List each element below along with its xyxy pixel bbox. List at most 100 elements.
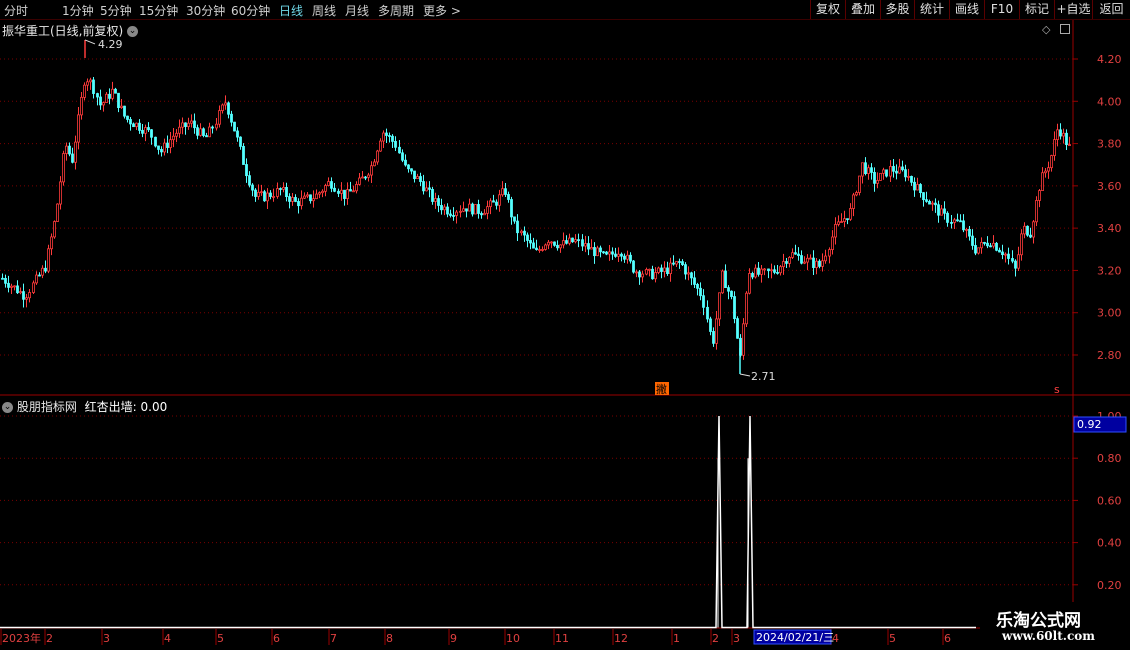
candle-body — [144, 127, 147, 134]
candle-body — [879, 172, 882, 181]
candle-body — [885, 169, 888, 177]
candle-body — [147, 127, 150, 131]
candle-body — [751, 273, 754, 278]
candle-body — [364, 176, 367, 179]
candle-body — [71, 153, 74, 163]
low-price-label: 2.71 — [751, 370, 776, 383]
candle-body — [306, 194, 309, 197]
candle-body — [300, 197, 303, 207]
candle-body — [59, 181, 62, 205]
candle-body — [660, 267, 663, 272]
chart-area[interactable]: 4.20 4.00 3.80 3.60 3.40 3.20 3.00 2.80 4.29 2.71… — [0, 0, 1130, 650]
candle-body — [19, 291, 22, 294]
candle-body — [767, 268, 770, 272]
candle-body — [47, 248, 50, 272]
indicator-y-label: 0.60 — [1097, 494, 1122, 507]
x-axis-label: 6 — [273, 632, 280, 645]
candle-body — [956, 219, 959, 222]
candle-body — [282, 187, 285, 190]
candle-body — [1004, 253, 1007, 256]
candle-body — [635, 271, 638, 274]
candle-body — [157, 145, 160, 150]
candle-body — [526, 234, 529, 241]
candle-body — [1032, 221, 1035, 238]
candle-body — [803, 261, 806, 264]
candle-body — [693, 277, 696, 285]
candle-body — [544, 244, 547, 250]
candle-body — [870, 167, 873, 173]
candle-body — [523, 230, 526, 236]
candle-body — [391, 135, 394, 142]
candle-body — [352, 190, 355, 193]
candle-body — [324, 185, 327, 192]
candle-body — [998, 249, 1001, 253]
candle-body — [913, 181, 916, 191]
candle-body — [718, 292, 721, 320]
candle-body — [266, 192, 269, 202]
candle-body — [834, 224, 837, 238]
candle-body — [102, 102, 105, 106]
candle-body — [992, 242, 995, 247]
candle-body — [904, 169, 907, 178]
candle-body — [782, 261, 785, 268]
candle-body — [346, 189, 349, 199]
candle-body — [901, 166, 904, 171]
candle-body — [861, 162, 864, 177]
candle-body — [513, 216, 516, 222]
candle-body — [303, 195, 306, 199]
candle-body — [169, 139, 172, 148]
candle-body — [1068, 144, 1071, 146]
candle-body — [684, 264, 687, 275]
candle-body — [1029, 234, 1032, 238]
candle-body — [651, 268, 654, 280]
candle-body — [245, 164, 248, 177]
candle-body — [794, 252, 797, 255]
candle-body — [535, 247, 538, 251]
candle-body — [730, 290, 733, 297]
candle-body — [251, 184, 254, 191]
candle-body — [452, 215, 455, 217]
candle-body — [648, 268, 651, 271]
candle-body — [205, 135, 208, 138]
candle-body — [154, 136, 157, 147]
candle-body — [733, 296, 736, 320]
candle-body — [38, 274, 41, 277]
candle-body — [806, 257, 809, 263]
candle-body — [221, 104, 224, 112]
candle-body — [83, 84, 86, 98]
x-axis-label: 2023年 — [2, 631, 41, 645]
candle-body — [989, 245, 992, 248]
candle-body — [1038, 190, 1041, 201]
candle-body — [138, 122, 141, 131]
candle-body — [340, 189, 343, 194]
candle-body — [916, 184, 919, 191]
candle-body — [1035, 200, 1038, 223]
candle-body — [291, 197, 294, 202]
candle-body — [13, 285, 16, 288]
candle-body — [821, 260, 824, 267]
candle-body — [763, 268, 766, 271]
candle-body — [889, 166, 892, 177]
candle-body — [1020, 233, 1023, 256]
candle-body — [498, 194, 501, 206]
high-pointer — [84, 39, 96, 45]
candle-body — [126, 115, 129, 120]
candle-body — [928, 201, 931, 205]
candle-body — [1023, 225, 1026, 235]
candle-body — [333, 187, 336, 192]
candle-body — [672, 262, 675, 265]
candle-body — [190, 120, 193, 124]
candle-body — [520, 230, 523, 234]
candle-body — [440, 205, 443, 211]
candle-body — [953, 219, 956, 223]
candle-body — [757, 267, 760, 275]
candle-body — [227, 102, 230, 115]
candle-body — [288, 196, 291, 202]
candle-body — [394, 141, 397, 148]
candle-body — [16, 285, 19, 294]
candle-body — [641, 273, 644, 278]
candle-body — [1062, 132, 1065, 137]
candle-body — [175, 132, 178, 137]
candle-body — [480, 213, 483, 216]
candle-body — [617, 253, 620, 257]
